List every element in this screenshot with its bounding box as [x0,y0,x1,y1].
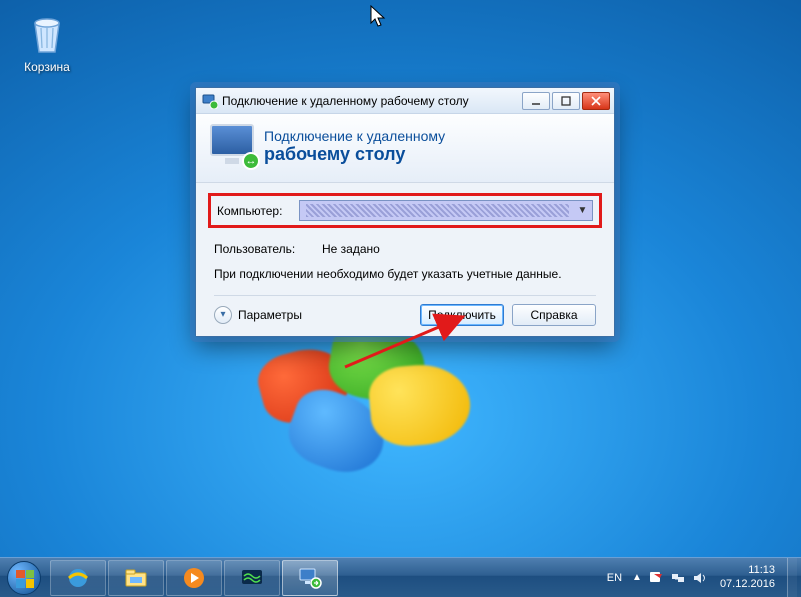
language-indicator[interactable]: EN [603,570,626,586]
chevron-down-icon: ▾ [214,306,232,324]
taskbar: EN ▲ 11:13 07.12.2016 [0,557,801,597]
info-text: При подключении необходимо будет указать… [214,260,596,295]
help-button[interactable]: Справка [512,304,596,326]
header-line2: рабочему столу [264,144,445,165]
taskbar-item-ie[interactable] [50,560,106,596]
action-center-icon[interactable] [648,570,664,586]
taskbar-item-rdp[interactable] [282,560,338,596]
computer-combobox[interactable]: ▼ [299,200,593,221]
rdp-dialog: Подключение к удаленному рабочему столу … [195,87,615,337]
user-value: Не задано [322,242,380,256]
computer-field-highlight: Компьютер: ▼ [208,193,602,228]
dialog-header: ↔ Подключение к удаленному рабочему стол… [196,114,614,183]
titlebar[interactable]: Подключение к удаленному рабочему столу [196,88,614,114]
minimize-button[interactable] [522,92,550,110]
close-button[interactable] [582,92,610,110]
taskbar-item-app[interactable] [224,560,280,596]
maximize-button[interactable] [552,92,580,110]
recycle-bin-icon [23,10,71,58]
clock-date: 07.12.2016 [720,578,775,591]
clock[interactable]: 11:13 07.12.2016 [714,564,781,590]
volume-icon[interactable] [692,570,708,586]
network-icon[interactable] [670,570,686,586]
rdp-header-icon: ↔ [210,124,262,168]
options-toggle[interactable]: ▾ Параметры [214,306,302,324]
recycle-bin-label: Корзина [10,60,84,74]
desktop: Корзина Подключение к удаленному рабочем… [0,0,801,597]
window-title: Подключение к удаленному рабочему столу [222,94,522,108]
chevron-down-icon[interactable]: ▼ [575,205,590,216]
rdp-title-icon [202,93,218,109]
header-line1: Подключение к удаленному [264,128,445,144]
options-label: Параметры [238,308,302,322]
user-label: Пользователь: [214,242,306,256]
cursor-icon [370,5,388,29]
tray-expand-icon[interactable]: ▲ [632,572,642,583]
start-button[interactable] [4,558,44,597]
connect-button[interactable]: Подключить [420,304,504,326]
show-desktop-button[interactable] [787,558,797,597]
computer-label: Компьютер: [217,204,289,218]
computer-value [306,204,569,217]
clock-time: 11:13 [720,564,775,577]
taskbar-item-mediaplayer[interactable] [166,560,222,596]
taskbar-item-explorer[interactable] [108,560,164,596]
recycle-bin[interactable]: Корзина [10,10,84,74]
